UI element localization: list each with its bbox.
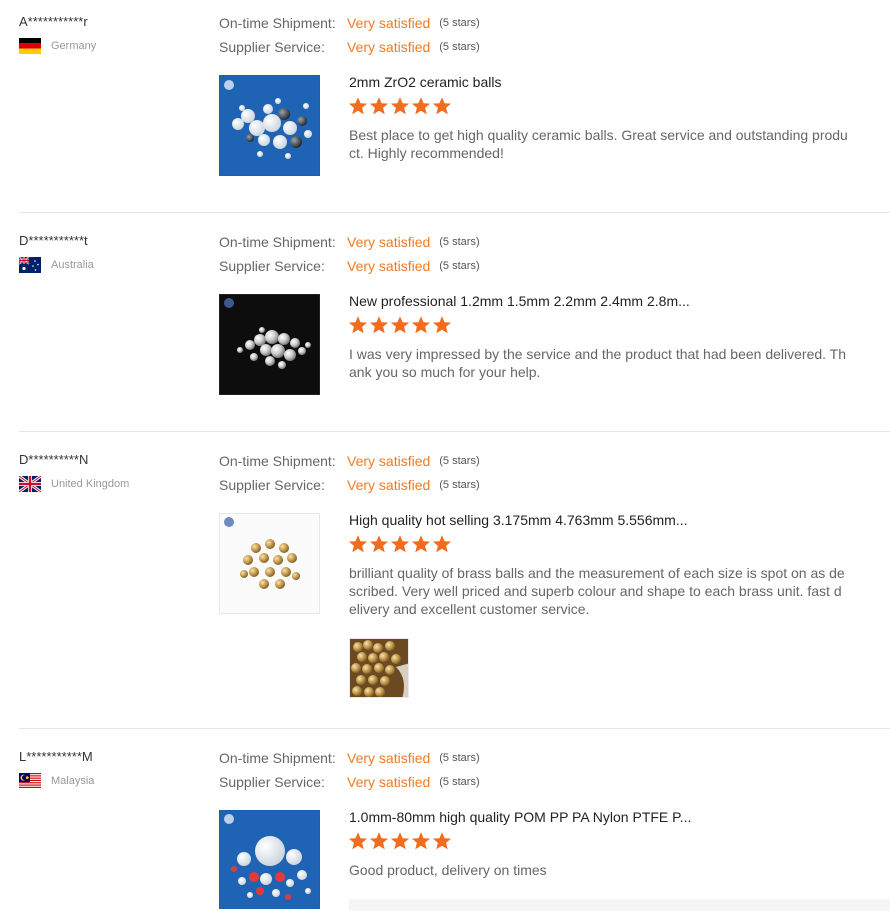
service-stars-count: (5 stars) (439, 41, 480, 53)
country-name: Australia (51, 259, 94, 271)
service-rating-value: Very satisfied (347, 774, 431, 790)
product-title[interactable]: High quality hot selling 3.175mm 4.763mm… (349, 512, 688, 528)
star-icon (411, 534, 431, 554)
star-icon (348, 534, 368, 554)
service-label: Supplier Service: (219, 477, 325, 493)
shipment-label: On-time Shipment: (219, 234, 336, 250)
steel-balls-black-background (220, 295, 319, 394)
uk-flag-icon (19, 476, 41, 492)
review-divider (19, 728, 890, 729)
shipment-rating-value: Very satisfied (347, 750, 431, 766)
star-icon (432, 534, 452, 554)
buyer-name: D**********N (19, 452, 89, 467)
product-thumbnail[interactable] (219, 513, 320, 614)
service-rating-value: Very satisfied (347, 477, 431, 493)
malaysia-flag-icon (19, 773, 41, 789)
service-rating-value: Very satisfied (347, 39, 431, 55)
service-label: Supplier Service: (219, 258, 325, 274)
shipment-stars-count: (5 stars) (439, 236, 480, 248)
star-icon (390, 831, 410, 851)
shipment-label: On-time Shipment: (219, 453, 336, 469)
star-icon (432, 315, 452, 335)
star-icon (369, 96, 389, 116)
buyer-name: L***********M (19, 749, 93, 764)
product-title[interactable]: 2mm ZrO2 ceramic balls (349, 74, 501, 90)
country-name: Malaysia (51, 775, 95, 787)
product-title[interactable]: 1.0mm-80mm high quality POM PP PA Nylon … (349, 809, 691, 825)
service-stars-count: (5 stars) (439, 260, 480, 272)
shipment-label: On-time Shipment: (219, 750, 336, 766)
buyer-country: United Kingdom (19, 476, 129, 492)
review-stars (348, 315, 452, 335)
star-icon (411, 96, 431, 116)
buyer-name: A***********r (19, 14, 88, 29)
service-rating: Supplier Service: Very satisfied (5 star… (219, 476, 480, 494)
star-icon (369, 534, 389, 554)
product-thumbnail[interactable] (219, 75, 320, 176)
star-icon (390, 315, 410, 335)
shipment-rating: On-time Shipment: Very satisfied (5 star… (219, 233, 480, 251)
star-icon (348, 96, 368, 116)
review-stars (348, 96, 452, 116)
service-label: Supplier Service: (219, 774, 325, 790)
shipment-stars-count: (5 stars) (439, 455, 480, 467)
plastic-balls-blue-background (220, 811, 319, 908)
product-thumbnail[interactable] (219, 810, 320, 909)
shipment-rating-value: Very satisfied (347, 234, 431, 250)
buyer-country: Australia (19, 257, 94, 273)
star-icon (348, 831, 368, 851)
brass-balls-buyer-photo (350, 639, 408, 697)
review-stars (348, 831, 452, 851)
brass-balls-white-background (220, 514, 319, 613)
star-icon (390, 534, 410, 554)
supplier-reply-box (349, 899, 890, 911)
shipment-label: On-time Shipment: (219, 15, 336, 31)
shipment-rating-value: Very satisfied (347, 15, 431, 31)
germany-flag-icon (19, 38, 41, 54)
product-thumbnail[interactable] (219, 294, 320, 395)
service-rating: Supplier Service: Very satisfied (5 star… (219, 773, 480, 791)
service-stars-count: (5 stars) (439, 479, 480, 491)
star-icon (369, 831, 389, 851)
ceramic-balls-blue-background (220, 76, 319, 175)
australia-flag-icon (19, 257, 41, 273)
country-name: Germany (51, 40, 97, 52)
service-rating: Supplier Service: Very satisfied (5 star… (219, 257, 480, 275)
shipment-stars-count: (5 stars) (439, 17, 480, 29)
service-stars-count: (5 stars) (439, 776, 480, 788)
shipment-stars-count: (5 stars) (439, 752, 480, 764)
buyer-country: Germany (19, 38, 96, 54)
shipment-rating: On-time Shipment: Very satisfied (5 star… (219, 14, 480, 32)
buyer-photo[interactable] (349, 638, 409, 698)
product-title[interactable]: New professional 1.2mm 1.5mm 2.2mm 2.4mm… (349, 293, 690, 309)
service-label: Supplier Service: (219, 39, 325, 55)
review-divider (19, 212, 890, 213)
star-icon (348, 315, 368, 335)
shipment-rating-value: Very satisfied (347, 453, 431, 469)
star-icon (432, 831, 452, 851)
shipment-rating: On-time Shipment: Very satisfied (5 star… (219, 749, 480, 767)
country-name: United Kingdom (51, 478, 130, 490)
review-comment: brilliant quality of brass balls and the… (349, 565, 845, 617)
star-icon (390, 96, 410, 116)
star-icon (411, 315, 431, 335)
service-rating-value: Very satisfied (347, 258, 431, 274)
review-comment: Best place to get high quality ceramic b… (349, 127, 848, 161)
shipment-rating: On-time Shipment: Very satisfied (5 star… (219, 452, 480, 470)
buyer-country: Malaysia (19, 773, 94, 789)
star-icon (432, 96, 452, 116)
star-icon (369, 315, 389, 335)
star-icon (411, 831, 431, 851)
service-rating: Supplier Service: Very satisfied (5 star… (219, 38, 480, 56)
review-stars (348, 534, 452, 554)
review-comment: I was very impressed by the service and … (349, 346, 847, 380)
review-comment: Good product, delivery on times (349, 862, 547, 878)
buyer-name: D***********t (19, 233, 88, 248)
review-divider (19, 431, 890, 432)
